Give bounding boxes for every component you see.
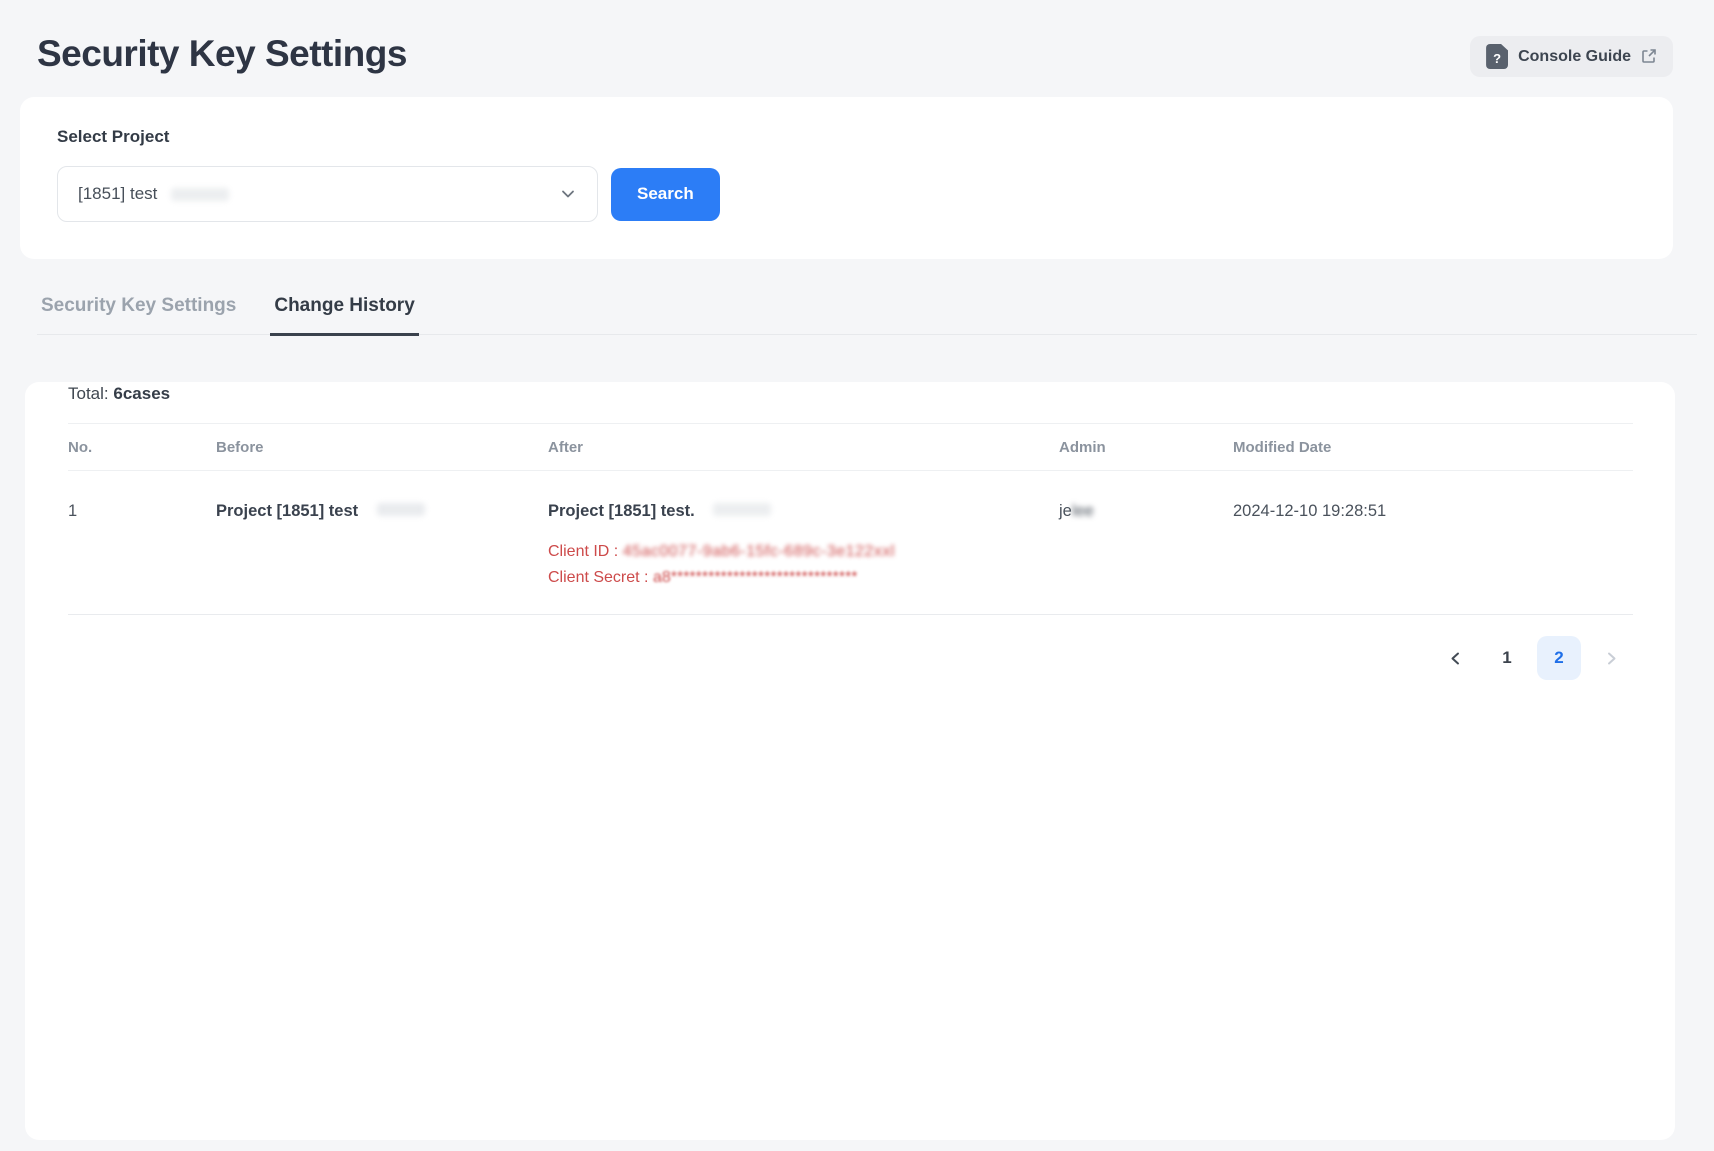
admin-name-redacted: lee bbox=[1072, 502, 1094, 520]
project-select-value: [1851] test bbox=[78, 184, 157, 204]
project-select[interactable]: [1851] test bbox=[57, 166, 598, 222]
top-header: Security Key Settings ? Console Guide bbox=[0, 0, 1714, 75]
chevron-down-icon bbox=[559, 185, 577, 203]
external-link-icon bbox=[1641, 48, 1657, 64]
pagination-prev-button[interactable] bbox=[1433, 636, 1477, 680]
client-secret-mask: ****************************** bbox=[671, 569, 858, 586]
cell-modified-date: 2024-12-10 19:28:51 bbox=[1233, 499, 1633, 589]
cell-before: Project [1851] test bbox=[216, 499, 548, 589]
column-header-after: After bbox=[548, 439, 1059, 456]
select-project-label: Select Project bbox=[57, 127, 1636, 147]
total-value: 6cases bbox=[113, 384, 170, 403]
client-id-label: Client ID : bbox=[548, 543, 623, 560]
client-secret-line: Client Secret : a8**********************… bbox=[548, 567, 1059, 589]
pagination: 1 2 bbox=[68, 636, 1633, 680]
table-header-row: No. Before After Admin Modified Date bbox=[68, 423, 1633, 471]
cell-no: 1 bbox=[68, 499, 216, 589]
column-header-modified-date: Modified Date bbox=[1233, 439, 1633, 456]
question-document-icon: ? bbox=[1486, 44, 1508, 69]
total-count: Total: 6cases bbox=[68, 382, 1633, 406]
filter-controls: [1851] test Search bbox=[57, 166, 1636, 222]
redacted-after-suffix bbox=[713, 503, 771, 516]
tab-bar: Security Key Settings Change History bbox=[37, 283, 1697, 335]
project-filter-card: Select Project [1851] test Search bbox=[20, 97, 1673, 259]
admin-name-prefix: je bbox=[1059, 502, 1072, 520]
redacted-project-suffix bbox=[171, 188, 229, 201]
client-secret-label: Client Secret : bbox=[548, 569, 653, 586]
chevron-right-icon bbox=[1603, 650, 1620, 667]
client-secret-prefix: a8 bbox=[653, 569, 671, 586]
page-title: Security Key Settings bbox=[37, 33, 407, 75]
cell-admin: jelee bbox=[1059, 499, 1233, 589]
client-id-line: Client ID : 45ac0077-9ab6-15fc-689c-3e12… bbox=[548, 541, 1059, 563]
tab-security-key-settings[interactable]: Security Key Settings bbox=[37, 283, 240, 334]
column-header-before: Before bbox=[216, 439, 548, 456]
cell-after: Project [1851] test. Client ID : 45ac007… bbox=[548, 499, 1059, 589]
security-key-settings-page: Security Key Settings ? Console Guide Se… bbox=[0, 0, 1714, 1151]
total-prefix: Total: bbox=[68, 384, 109, 403]
client-id-value-redacted: 45ac0077-9ab6-15fc-689c-3e122xxl bbox=[623, 543, 895, 560]
column-header-admin: Admin bbox=[1059, 439, 1233, 456]
chevron-left-icon bbox=[1447, 650, 1464, 667]
console-guide-label: Console Guide bbox=[1518, 48, 1631, 66]
console-guide-button[interactable]: ? Console Guide bbox=[1470, 36, 1673, 77]
pagination-page-2[interactable]: 2 bbox=[1537, 636, 1581, 680]
column-header-no: No. bbox=[68, 439, 216, 456]
pagination-page-1[interactable]: 1 bbox=[1485, 636, 1529, 680]
search-button[interactable]: Search bbox=[611, 168, 720, 221]
tab-change-history[interactable]: Change History bbox=[270, 283, 418, 336]
redacted-before-suffix bbox=[377, 503, 425, 516]
pagination-next-button[interactable] bbox=[1589, 636, 1633, 680]
before-project-name: Project [1851] test bbox=[216, 502, 358, 520]
table-row: 1 Project [1851] test Project [1851] tes… bbox=[68, 471, 1633, 615]
after-project-name: Project [1851] test. bbox=[548, 499, 1059, 523]
change-history-card: Total: 6cases No. Before After Admin Mod… bbox=[25, 382, 1675, 1140]
